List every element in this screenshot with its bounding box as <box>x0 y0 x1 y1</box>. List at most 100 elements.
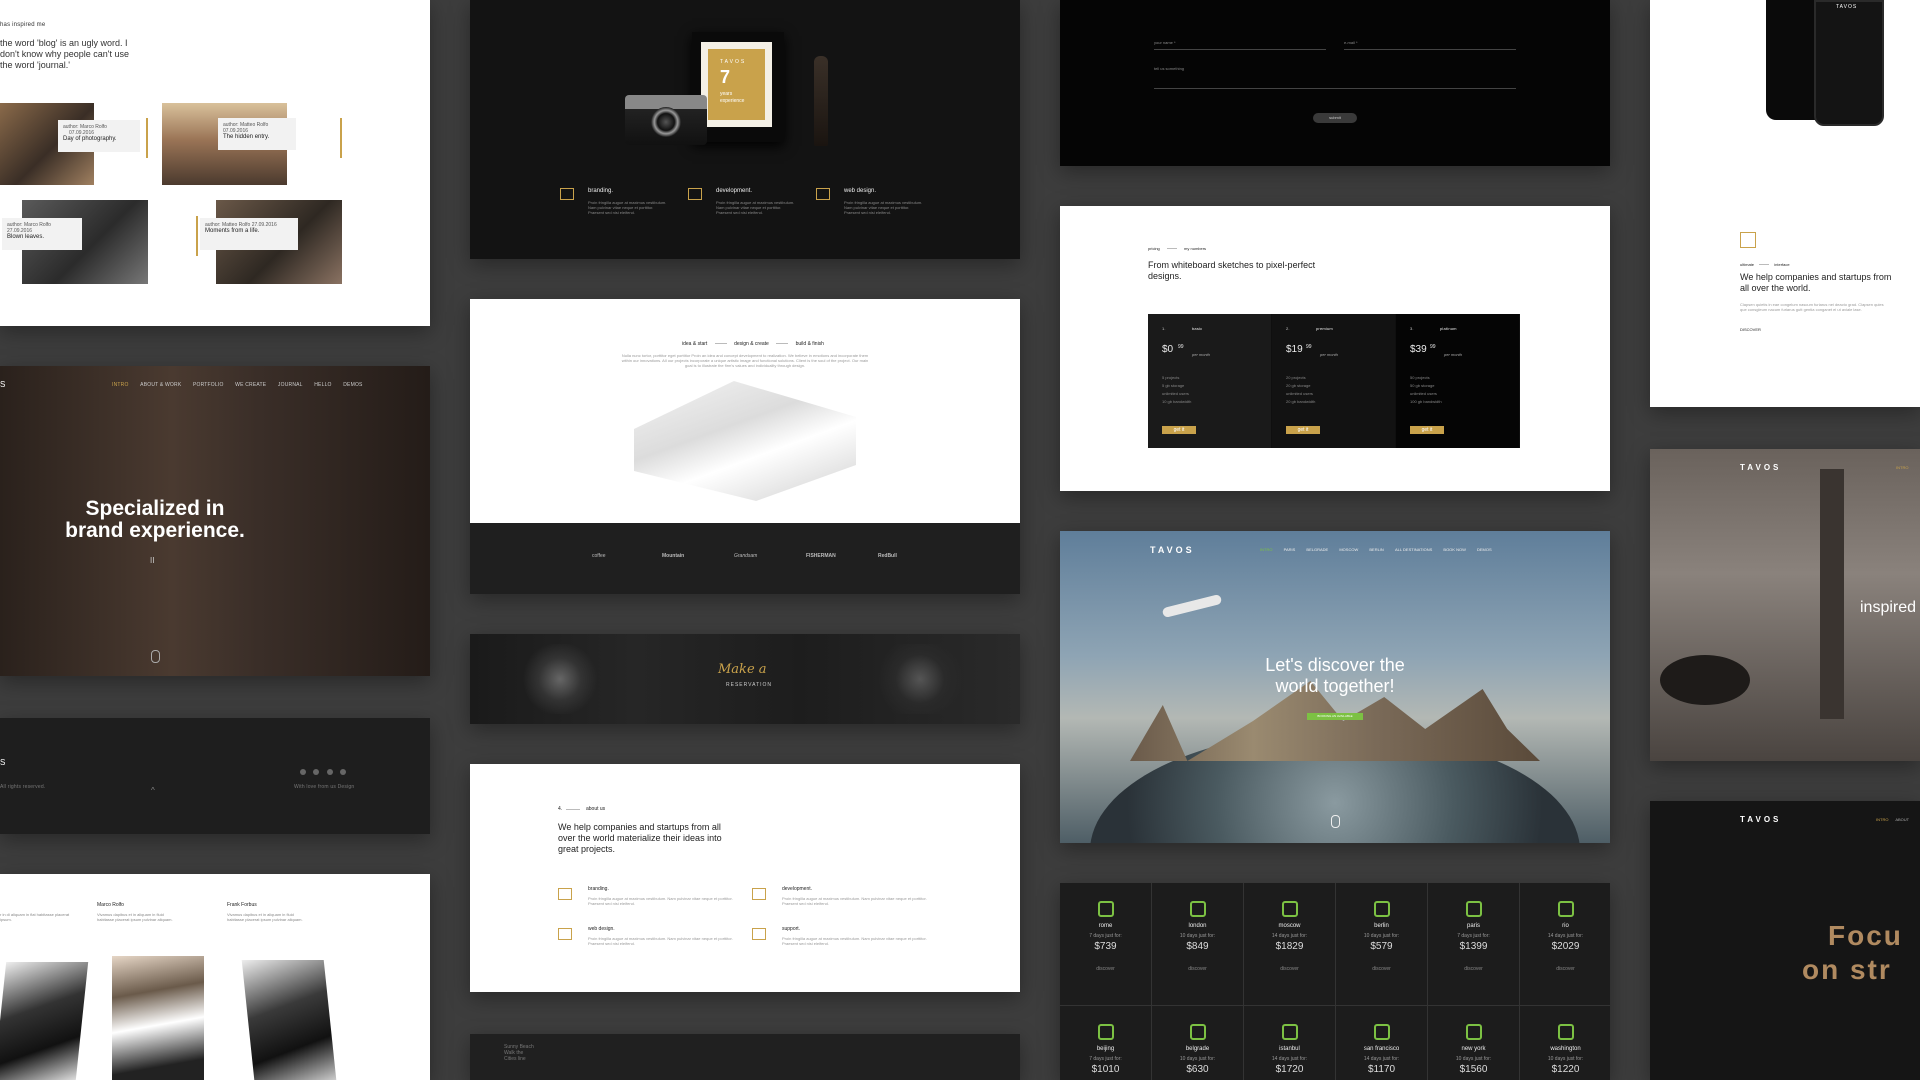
post-caption-1[interactable]: author: Marco Rolfo 07.09.2016 Day of ph… <box>58 120 140 152</box>
travel-nav-item[interactable]: BELGRADE <box>1306 547 1328 552</box>
scroll-mouse-icon[interactable] <box>151 650 160 663</box>
hero-nav-item[interactable]: WE CREATE <box>235 382 266 388</box>
post-caption-3[interactable]: author: Marco Rolfo 27.09.2016 Blown lea… <box>2 218 82 250</box>
reservation-label[interactable]: RESERVATION <box>726 682 772 688</box>
service-title: branding. <box>588 188 614 194</box>
hero-nav-item[interactable]: INTRO <box>112 382 129 388</box>
process-steps: idea & start design & create build & fin… <box>682 341 824 347</box>
tab-numbers[interactable]: my numbers <box>1184 246 1206 251</box>
focus-logo[interactable]: TAVOS <box>1740 815 1781 824</box>
city-cell[interactable]: belgrade 10 days just for: $630 <box>1152 1006 1244 1080</box>
client-logo: FISHERMAN <box>806 553 836 559</box>
city-price: $1399 <box>1459 941 1488 952</box>
scroll-mouse-icon[interactable] <box>1331 815 1340 828</box>
city-cell[interactable]: washington 10 days just for: $1220 <box>1520 1006 1610 1080</box>
plan-feature: unlimited users <box>1286 391 1313 396</box>
city-cell[interactable]: rio 14 days just for: $2029 discover <box>1520 883 1610 1006</box>
hero-nav-item[interactable]: PORTFOLIO <box>193 382 224 388</box>
city-days: 10 days just for: <box>1179 1056 1216 1062</box>
city-cell[interactable]: san francisco 14 days just for: $1170 <box>1336 1006 1428 1080</box>
travel-logo[interactable]: TAVOS <box>1150 545 1195 555</box>
travel-headline-line2: world together! <box>1275 676 1395 696</box>
process-step[interactable]: design & create <box>734 341 769 347</box>
name-field[interactable]: your name * <box>1154 40 1326 50</box>
travel-nav-item[interactable]: ALL DESTINATIONS <box>1395 547 1432 552</box>
hero-pause-icon[interactable]: II <box>150 556 154 565</box>
team-member-bio: Vivamus dapibus et in aliquam in fluid h… <box>227 912 303 922</box>
discover-link[interactable]: discover <box>1244 966 1335 972</box>
get-it-button[interactable]: get it <box>1286 426 1320 434</box>
focus-nav-item[interactable]: INTRO <box>1876 817 1888 822</box>
city-days: 10 days just for: <box>1455 1056 1492 1062</box>
discover-link[interactable]: DISCOVER <box>1740 327 1761 332</box>
hero-nav-item[interactable]: ABOUT & WORK <box>140 382 181 388</box>
mobile-card: TAVOS ultimate interface We help compani… <box>1650 0 1920 407</box>
plan-platinum: 3. platinum $39 99 per month 50 projects… <box>1396 314 1519 448</box>
blueprint-illustration <box>634 381 856 501</box>
client-logo: Mountain <box>662 553 685 559</box>
plan-feature: 10 gb bandwidth <box>1162 399 1192 404</box>
logo-strip: coffee Mountain Grandsam FISHERMAN RedBu… <box>470 523 1020 594</box>
city-cell[interactable]: london 10 days just for: $849 discover <box>1152 883 1244 1006</box>
travel-nav-item[interactable]: INTRO <box>1260 547 1272 552</box>
process-step[interactable]: build & finish <box>796 341 824 347</box>
interior-nav[interactable]: INTRO <box>1896 465 1908 470</box>
city-cell[interactable]: paris 7 days just for: $1399 discover <box>1428 883 1520 1006</box>
discover-link[interactable]: discover <box>1428 966 1519 972</box>
plan-feature: 50 projects <box>1410 375 1430 380</box>
city-cell[interactable]: moscow 14 days just for: $1829 discover <box>1244 883 1336 1006</box>
get-it-button[interactable]: get it <box>1410 426 1444 434</box>
focus-nav-item[interactable]: ABOUT <box>1895 817 1909 822</box>
post-caption-4[interactable]: author: Matteo Rolfo 27.09.2016 Moments … <box>200 218 298 250</box>
landmark-icon <box>1557 1024 1574 1040</box>
footer-made: With love from us Design <box>294 784 355 790</box>
pinterest-icon[interactable] <box>326 769 333 775</box>
phone-logo: TAVOS <box>1836 4 1858 10</box>
client-logo: Grandsam <box>734 553 758 559</box>
discover-link[interactable]: discover <box>1152 966 1243 972</box>
twitter-icon[interactable] <box>300 769 306 775</box>
city-cell[interactable]: new york 10 days just for: $1560 <box>1428 1006 1520 1080</box>
plan-price: $19 <box>1286 344 1303 355</box>
get-it-button[interactable]: get it <box>1162 426 1196 434</box>
travel-nav-item[interactable]: DEMOS <box>1477 547 1492 552</box>
city-name: belgrade <box>1185 1046 1210 1052</box>
hero-nav-item[interactable]: HELLO <box>314 382 331 388</box>
city-name: paris <box>1466 923 1480 929</box>
plan-cents: 99 <box>1306 344 1312 350</box>
hero-nav-item[interactable]: DEMOS <box>343 382 362 388</box>
travel-nav-item[interactable]: MOSCOW <box>1339 547 1358 552</box>
message-field[interactable]: tell us something <box>1154 66 1516 89</box>
about-num: 4. <box>558 806 563 812</box>
back-to-top-icon[interactable]: ^ <box>151 786 155 795</box>
travel-nav-item[interactable]: BERLIN <box>1369 547 1383 552</box>
submit-button[interactable]: submit <box>1313 113 1357 123</box>
tab-ultimate[interactable]: ultimate <box>1740 262 1754 267</box>
team-photo <box>0 962 89 1080</box>
booking-button[interactable]: BOOKING AN AVAILABLE <box>1307 713 1363 720</box>
city-cell[interactable]: istanbul 14 days just for: $1720 <box>1244 1006 1336 1080</box>
email-field[interactable]: e-mail * <box>1344 40 1516 50</box>
instagram-icon[interactable] <box>340 769 347 775</box>
keys-decoration <box>870 644 970 714</box>
city-cell[interactable]: rome 7 days just for: $739 discover <box>1060 883 1152 1006</box>
facebook-icon[interactable] <box>313 769 320 775</box>
plan-feature: 100 gb bandwidth <box>1410 399 1442 404</box>
city-cell[interactable]: beijing 7 days just for: $1010 <box>1060 1006 1152 1080</box>
discover-link[interactable]: discover <box>1336 966 1427 972</box>
discover-link[interactable]: discover <box>1060 966 1151 972</box>
process-step[interactable]: idea & start <box>682 341 707 347</box>
plan-price: $0 <box>1162 344 1174 355</box>
service-title: development. <box>716 188 753 194</box>
city-cell[interactable]: berlin 10 days just for: $579 discover <box>1336 883 1428 1006</box>
tab-interface[interactable]: interface <box>1774 262 1789 267</box>
hero-nav-item[interactable]: JOURNAL <box>278 382 303 388</box>
about-headline: We help companies and startups from all … <box>558 822 722 854</box>
tab-pricing[interactable]: pricing <box>1148 246 1160 251</box>
post-caption-2[interactable]: author: Matteo Rolfo 07.09.2016 The hidd… <box>218 118 296 150</box>
travel-nav-item[interactable]: BOOK NOW <box>1443 547 1465 552</box>
travel-nav-item[interactable]: PARIS <box>1284 547 1296 552</box>
discover-link[interactable]: discover <box>1520 966 1610 972</box>
rocks-decoration <box>520 644 600 714</box>
interior-logo[interactable]: TAVOS <box>1740 463 1781 472</box>
